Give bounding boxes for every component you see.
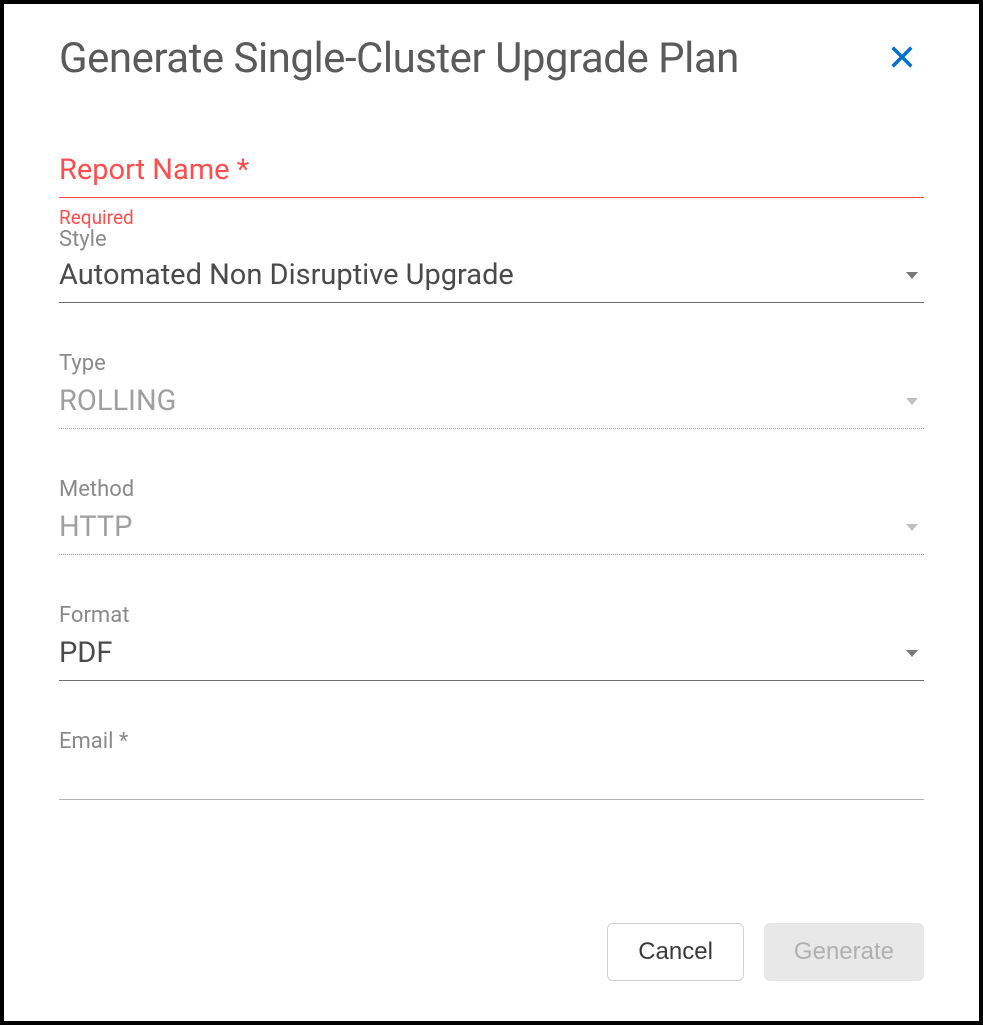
method-field: Method HTTP: [59, 477, 924, 555]
dialog-title: Generate Single-Cluster Upgrade Plan: [59, 34, 739, 83]
method-value: HTTP: [59, 510, 132, 544]
required-hint: Required: [59, 206, 924, 229]
email-field[interactable]: Email *: [59, 729, 924, 800]
style-label: Style: [59, 227, 924, 252]
type-field: Type ROLLING: [59, 351, 924, 429]
style-value: Automated Non Disruptive Upgrade: [59, 258, 514, 292]
chevron-down-icon: [906, 650, 918, 657]
format-value: PDF: [59, 636, 112, 670]
email-label: Email *: [59, 729, 924, 754]
close-button[interactable]: [880, 35, 924, 82]
chevron-down-icon: [906, 524, 918, 531]
chevron-down-icon: [906, 272, 918, 279]
format-select[interactable]: PDF: [59, 630, 924, 681]
cancel-button[interactable]: Cancel: [607, 923, 744, 981]
method-label: Method: [59, 477, 924, 502]
generate-upgrade-plan-dialog: Generate Single-Cluster Upgrade Plan Rep…: [0, 0, 983, 1025]
dialog-header: Generate Single-Cluster Upgrade Plan: [59, 34, 924, 83]
format-label: Format: [59, 603, 924, 628]
format-field: Format PDF: [59, 603, 924, 681]
style-field: Style Automated Non Disruptive Upgrade: [59, 227, 924, 303]
chevron-down-icon: [906, 398, 918, 405]
style-select[interactable]: Automated Non Disruptive Upgrade: [59, 252, 924, 303]
type-label: Type: [59, 351, 924, 376]
report-name-label: Report Name *: [59, 153, 924, 197]
email-underline: [59, 799, 924, 800]
type-value: ROLLING: [59, 384, 176, 418]
close-icon: [888, 59, 916, 74]
type-select[interactable]: ROLLING: [59, 378, 924, 429]
report-name-field[interactable]: Report Name *: [59, 153, 924, 198]
method-select[interactable]: HTTP: [59, 504, 924, 555]
generate-button[interactable]: Generate: [764, 923, 924, 981]
report-name-underline: [59, 197, 924, 198]
dialog-actions: Cancel Generate: [607, 923, 924, 981]
